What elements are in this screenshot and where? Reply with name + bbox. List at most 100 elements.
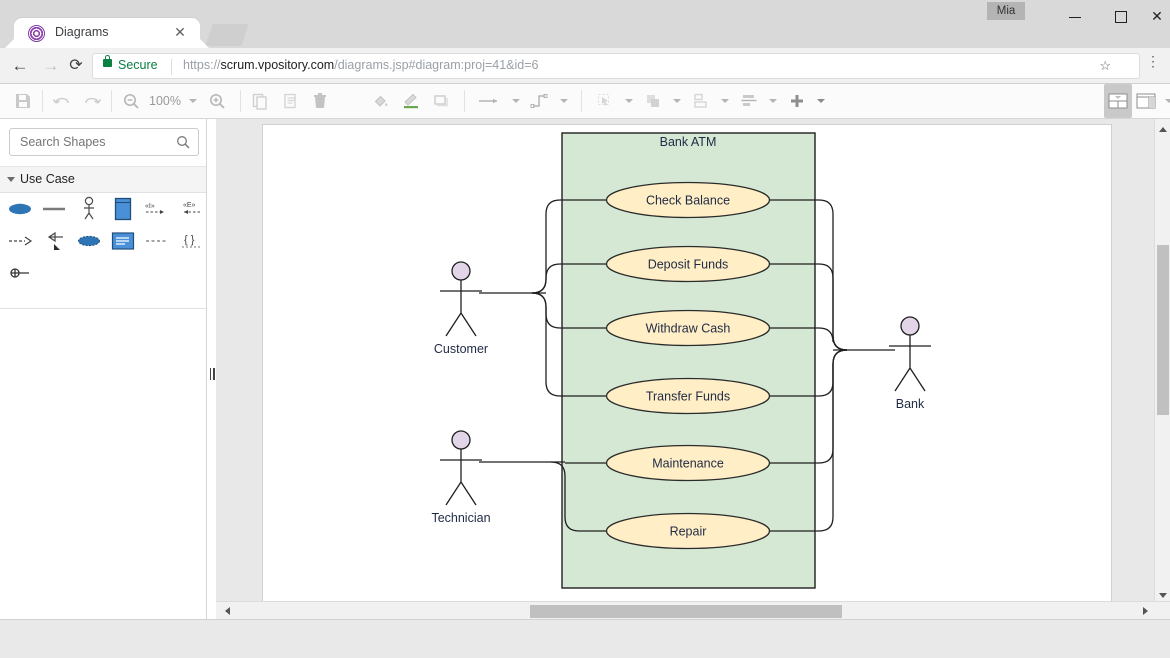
redo-button[interactable] xyxy=(77,84,107,118)
scroll-up-icon[interactable] xyxy=(1155,121,1170,137)
browser-tab[interactable]: Diagrams ✕ xyxy=(14,18,200,48)
scroll-left-icon[interactable] xyxy=(220,604,234,618)
shape-group-label: Use Case xyxy=(20,172,75,186)
reload-icon[interactable]: ⟳ xyxy=(66,56,86,76)
maximize-icon xyxy=(1115,11,1127,24)
constraint-shape[interactable]: { } xyxy=(178,225,206,257)
use-case-label: Transfer Funds xyxy=(646,390,730,404)
group-button[interactable] xyxy=(686,84,716,118)
delete-button[interactable] xyxy=(305,84,335,118)
include-relationship-shape[interactable]: «I» xyxy=(143,193,171,225)
url-host: scrum.vpository.com xyxy=(220,58,335,72)
diagram-canvas[interactable]: Bank ATM Check Balance Deposit Funds Withdr… xyxy=(262,124,1112,609)
zoom-out-button[interactable] xyxy=(116,84,146,118)
line-color-button[interactable] xyxy=(396,84,426,118)
svg-text:{ }: { } xyxy=(184,234,195,246)
shape-row xyxy=(0,257,206,289)
add-button[interactable] xyxy=(782,84,812,118)
select-dropdown-icon[interactable] xyxy=(625,99,633,103)
align-dropdown-icon[interactable] xyxy=(769,99,777,103)
profile-chip[interactable]: Mia xyxy=(987,2,1025,20)
canvas-area: Bank ATM Check Balance Deposit Funds Withdr… xyxy=(216,119,1170,619)
search-shapes-field[interactable] xyxy=(9,128,199,156)
add-dropdown-icon[interactable] xyxy=(817,99,825,103)
copy-button[interactable] xyxy=(245,84,275,118)
actor-node: Bank xyxy=(889,316,931,411)
anchor-shape[interactable] xyxy=(6,257,38,289)
navigation-bar: ← → ⟳ Secure https://scrum.vpository.com… xyxy=(0,48,1170,84)
search-icon[interactable] xyxy=(176,135,190,149)
window-close-button[interactable]: ✕ xyxy=(1144,0,1170,32)
fill-color-button[interactable] xyxy=(366,84,396,118)
chevron-down-icon xyxy=(7,177,15,182)
browser-menu-icon[interactable]: ⋮ xyxy=(1146,54,1160,68)
layout-panel-button[interactable] xyxy=(1104,84,1132,118)
omnibox-divider xyxy=(171,59,172,75)
use-case-label: Repair xyxy=(670,525,707,539)
zoom-in-button[interactable] xyxy=(202,84,232,118)
address-bar[interactable]: Secure https://scrum.vpository.com/diagr… xyxy=(92,53,1140,79)
actor-node: Technician xyxy=(431,430,491,525)
favicon-icon xyxy=(28,25,45,42)
use-case-label: Withdraw Cash xyxy=(646,322,731,336)
search-input[interactable] xyxy=(18,134,172,150)
panel-dropdown-icon[interactable] xyxy=(1165,99,1170,103)
save-button[interactable] xyxy=(8,84,38,118)
canvas-horizontal-scrollbar[interactable] xyxy=(216,601,1170,619)
use-case-diagram: Bank ATM Check Balance Deposit Funds Withdr… xyxy=(431,132,931,589)
align-button[interactable] xyxy=(734,84,764,118)
dashed-line-shape[interactable] xyxy=(143,225,171,257)
generalization-arrow-shape[interactable] xyxy=(40,225,68,257)
tab-close-icon[interactable]: ✕ xyxy=(172,24,188,40)
undo-button[interactable] xyxy=(47,84,77,118)
system-boundary-shape[interactable] xyxy=(109,193,137,225)
actor-label: Bank xyxy=(896,397,925,411)
orthogonal-connector-dropdown-icon[interactable] xyxy=(560,99,568,103)
order-dropdown-icon[interactable] xyxy=(673,99,681,103)
new-tab-button[interactable] xyxy=(205,24,249,46)
group-dropdown-icon[interactable] xyxy=(721,99,729,103)
app-toolbar: 100% xyxy=(0,84,1170,119)
extend-relationship-shape[interactable]: «E» xyxy=(178,193,206,225)
panel-splitter-handle[interactable] xyxy=(208,366,216,382)
use-case-label: Check Balance xyxy=(646,194,730,208)
url-scheme: https:// xyxy=(183,58,221,72)
tab-title: Diagrams xyxy=(55,25,109,39)
zoom-dropdown-icon[interactable] xyxy=(188,99,197,103)
note-shape[interactable] xyxy=(109,225,137,257)
association-line-shape[interactable] xyxy=(40,193,68,225)
maximize-button[interactable] xyxy=(1098,0,1144,32)
zoom-level-label[interactable]: 100% xyxy=(146,94,184,108)
bookmark-star-icon[interactable]: ☆ xyxy=(1099,58,1111,74)
use-case-node: Withdraw Cash xyxy=(605,309,771,347)
straight-connector-button[interactable] xyxy=(473,84,507,118)
back-icon[interactable]: ← xyxy=(10,56,30,76)
shape-panel: Use Case «I» «E» xyxy=(0,119,207,619)
url-text: https://scrum.vpository.com/diagrams.jsp… xyxy=(183,58,539,72)
order-button[interactable] xyxy=(638,84,668,118)
orthogonal-connector-button[interactable] xyxy=(525,84,555,118)
select-button[interactable] xyxy=(590,84,620,118)
horizontal-scroll-thumb[interactable] xyxy=(530,605,842,618)
forward-icon[interactable]: → xyxy=(41,56,61,76)
secure-label: Secure xyxy=(118,58,158,72)
use-case-node: Maintenance xyxy=(605,444,771,482)
shape-style-button[interactable] xyxy=(426,84,456,118)
split-panel-button[interactable] xyxy=(1132,84,1160,118)
scroll-right-icon[interactable] xyxy=(1138,604,1152,618)
svg-text:«E»: «E» xyxy=(183,202,196,209)
shape-row: «I» «E» xyxy=(0,193,206,225)
vertical-scroll-thumb[interactable] xyxy=(1157,245,1169,415)
paste-button[interactable] xyxy=(275,84,305,118)
shape-group-header-use-case[interactable]: Use Case xyxy=(0,167,206,193)
collaboration-shape[interactable] xyxy=(75,225,103,257)
actor-shape[interactable] xyxy=(75,193,103,225)
straight-connector-dropdown-icon[interactable] xyxy=(512,99,520,103)
minimize-button[interactable] xyxy=(1052,0,1098,32)
canvas-vertical-scrollbar[interactable] xyxy=(1154,119,1170,605)
use-case-ellipse-shape[interactable] xyxy=(6,193,34,225)
use-case-label: Maintenance xyxy=(652,457,724,471)
title-bar: Diagrams ✕ Mia ✕ xyxy=(0,0,1170,48)
shape-row: { } xyxy=(0,225,206,257)
dependency-arrow-shape[interactable] xyxy=(6,225,34,257)
